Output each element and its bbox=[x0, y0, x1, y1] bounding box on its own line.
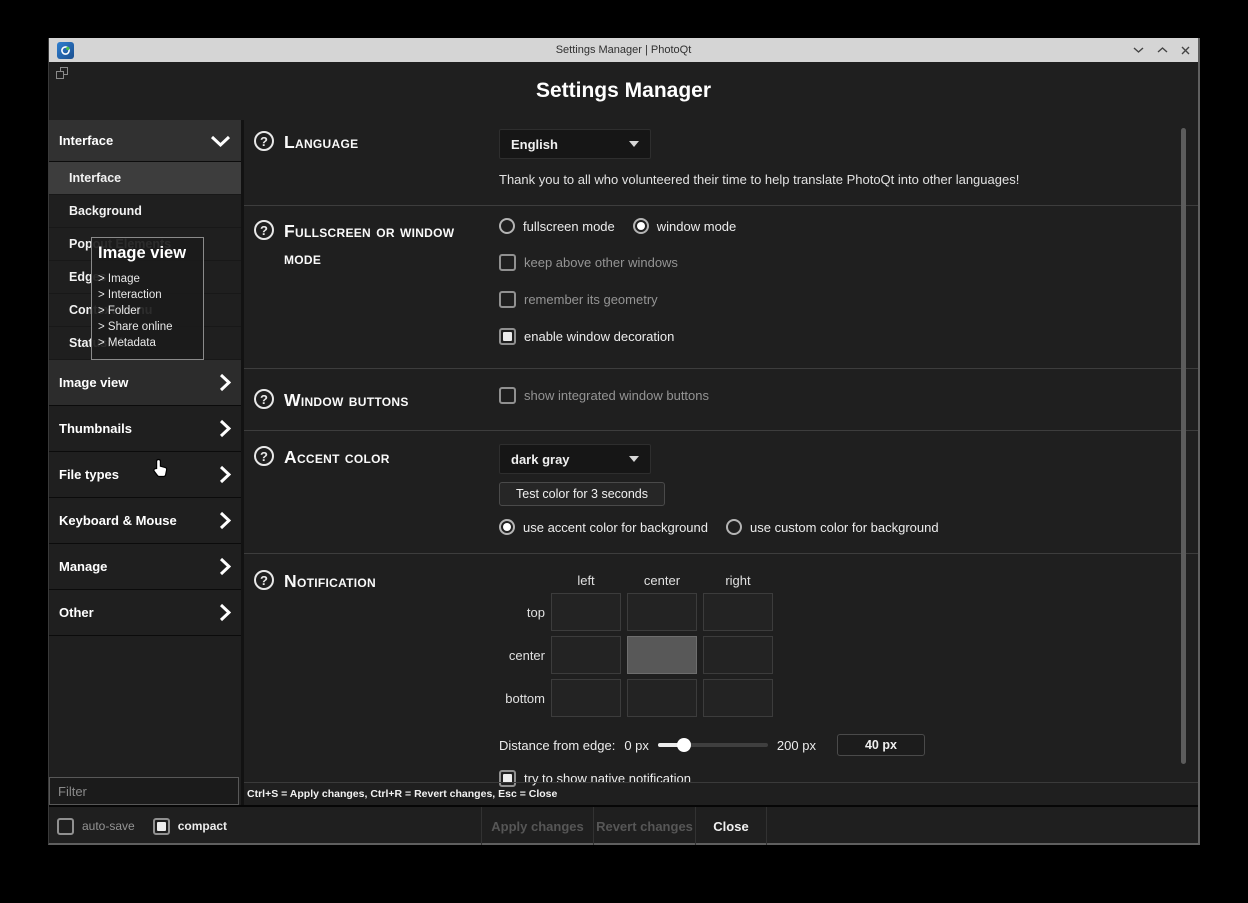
section-fullscreen-mode: Fullscreen or window mode fullscreen mod… bbox=[244, 205, 1198, 368]
checkbox-checked-icon bbox=[499, 328, 516, 345]
chevron-right-icon bbox=[218, 373, 231, 392]
radio-icon bbox=[726, 519, 742, 535]
help-icon[interactable] bbox=[254, 389, 274, 409]
shortcut-hint-bar: Ctrl+S = Apply changes, Ctrl+R = Revert … bbox=[244, 782, 1198, 805]
section-language: Language English Thank you to all who vo… bbox=[244, 120, 1198, 205]
help-icon[interactable] bbox=[254, 570, 274, 590]
distance-slider[interactable] bbox=[658, 743, 768, 747]
popout-icon[interactable] bbox=[56, 67, 68, 79]
chevron-right-icon bbox=[218, 465, 231, 484]
section-title: Accent color bbox=[284, 444, 390, 471]
radio-icon bbox=[499, 218, 515, 234]
settings-window: Settings Manager | PhotoQt Settings Mana… bbox=[48, 38, 1200, 845]
slider-handle[interactable] bbox=[677, 738, 691, 752]
sidebar: Interface Interface Background Popout El… bbox=[49, 120, 244, 805]
sidebar-category-image-view[interactable]: Image view bbox=[49, 360, 241, 406]
image-view-tooltip: Image view > Image > Interaction > Folde… bbox=[91, 237, 204, 360]
sidebar-item-background[interactable]: Background bbox=[49, 195, 241, 228]
section-title: Window buttons bbox=[284, 387, 409, 414]
tooltip-title: Image view bbox=[98, 244, 195, 263]
tooltip-item: > Folder bbox=[98, 303, 195, 319]
help-icon[interactable] bbox=[254, 446, 274, 466]
radio-fullscreen-mode[interactable]: fullscreen mode bbox=[499, 218, 615, 234]
sidebar-category-file-types[interactable]: File types bbox=[49, 452, 241, 498]
maximize-button[interactable] bbox=[1157, 46, 1168, 54]
test-color-button[interactable]: Test color for 3 seconds bbox=[499, 482, 665, 506]
section-title: Language bbox=[284, 129, 358, 156]
checkbox-keep-above[interactable]: keep above other windows bbox=[499, 254, 1198, 271]
checkbox-remember-geometry[interactable]: remember its geometry bbox=[499, 291, 1198, 308]
revert-changes-button[interactable]: Revert changes bbox=[593, 807, 695, 845]
help-icon[interactable] bbox=[254, 131, 274, 151]
filter-input[interactable] bbox=[49, 777, 239, 805]
dropdown-arrow-icon bbox=[629, 456, 639, 462]
scrollbar-thumb[interactable] bbox=[1181, 128, 1186, 764]
checkbox-window-decoration[interactable]: enable window decoration bbox=[499, 328, 1198, 345]
radio-accent-background[interactable]: use accent color for background bbox=[499, 519, 708, 535]
position-cell-bottom-left[interactable] bbox=[551, 679, 621, 717]
position-cell-center-center[interactable] bbox=[627, 636, 697, 674]
titlebar[interactable]: Settings Manager | PhotoQt bbox=[49, 38, 1198, 62]
chevron-right-icon bbox=[218, 603, 231, 622]
radio-custom-background[interactable]: use custom color for background bbox=[726, 519, 939, 535]
accent-color-dropdown[interactable]: dark gray bbox=[499, 444, 651, 474]
translate-note: Thank you to all who volunteered their t… bbox=[499, 172, 1198, 187]
radio-selected-icon bbox=[633, 218, 649, 234]
sidebar-category-interface[interactable]: Interface bbox=[49, 120, 241, 162]
minimize-button[interactable] bbox=[1133, 46, 1144, 54]
page-title: Settings Manager bbox=[536, 79, 711, 103]
notification-position-grid: left center right top center bottom bbox=[499, 568, 1198, 717]
checkbox-icon bbox=[57, 818, 74, 835]
position-cell-center-right[interactable] bbox=[703, 636, 773, 674]
section-accent-color: Accent color dark gray Test color for 3 … bbox=[244, 430, 1198, 553]
chevron-down-icon bbox=[210, 134, 231, 148]
chevron-right-icon bbox=[218, 419, 231, 438]
radio-window-mode[interactable]: window mode bbox=[633, 218, 737, 234]
dropdown-arrow-icon bbox=[629, 141, 639, 147]
sidebar-item-interface[interactable]: Interface bbox=[49, 162, 241, 195]
chevron-right-icon bbox=[218, 511, 231, 530]
window-title: Settings Manager | PhotoQt bbox=[49, 44, 1198, 56]
position-cell-bottom-center[interactable] bbox=[627, 679, 697, 717]
checkbox-icon bbox=[499, 291, 516, 308]
cursor-pointer-icon bbox=[152, 458, 169, 483]
position-cell-center-left[interactable] bbox=[551, 636, 621, 674]
close-window-button[interactable] bbox=[1181, 46, 1190, 55]
position-cell-top-right[interactable] bbox=[703, 593, 773, 631]
tooltip-item: > Metadata bbox=[98, 335, 195, 351]
checkbox-icon bbox=[499, 254, 516, 271]
sidebar-category-manage[interactable]: Manage bbox=[49, 544, 241, 590]
sidebar-category-thumbnails[interactable]: Thumbnails bbox=[49, 406, 241, 452]
section-title: Fullscreen or window mode bbox=[284, 218, 482, 272]
section-title: Notification bbox=[284, 568, 376, 595]
language-dropdown[interactable]: English bbox=[499, 129, 651, 159]
position-cell-top-center[interactable] bbox=[627, 593, 697, 631]
settings-main-panel: Language English Thank you to all who vo… bbox=[244, 120, 1198, 805]
checkbox-integrated-buttons[interactable]: show integrated window buttons bbox=[499, 387, 1198, 404]
tooltip-item: > Interaction bbox=[98, 287, 195, 303]
checkbox-compact[interactable]: compact bbox=[153, 818, 227, 835]
help-icon[interactable] bbox=[254, 220, 274, 240]
slider-max-label: 200 px bbox=[777, 738, 816, 753]
distance-value-field[interactable]: 40 px bbox=[837, 734, 925, 756]
radio-selected-icon bbox=[499, 519, 515, 535]
checkbox-checked-icon bbox=[153, 818, 170, 835]
sidebar-category-other[interactable]: Other bbox=[49, 590, 241, 636]
section-window-buttons: Window buttons show integrated window bu… bbox=[244, 368, 1198, 430]
tooltip-item: > Image bbox=[98, 271, 195, 287]
checkbox-auto-save[interactable]: auto-save bbox=[57, 818, 135, 835]
close-button[interactable]: Close bbox=[695, 807, 767, 845]
sidebar-category-keyboard-mouse[interactable]: Keyboard & Mouse bbox=[49, 498, 241, 544]
slider-min-label: 0 px bbox=[624, 738, 649, 753]
position-cell-top-left[interactable] bbox=[551, 593, 621, 631]
section-notification: Notification left center right top cente… bbox=[244, 553, 1198, 782]
bottom-action-bar: auto-save compact Apply changes Revert c… bbox=[49, 805, 1198, 845]
apply-changes-button[interactable]: Apply changes bbox=[481, 807, 593, 845]
position-cell-bottom-right[interactable] bbox=[703, 679, 773, 717]
checkbox-icon bbox=[499, 387, 516, 404]
chevron-right-icon bbox=[218, 557, 231, 576]
tooltip-item: > Share online bbox=[98, 319, 195, 335]
distance-label: Distance from edge: bbox=[499, 738, 615, 753]
